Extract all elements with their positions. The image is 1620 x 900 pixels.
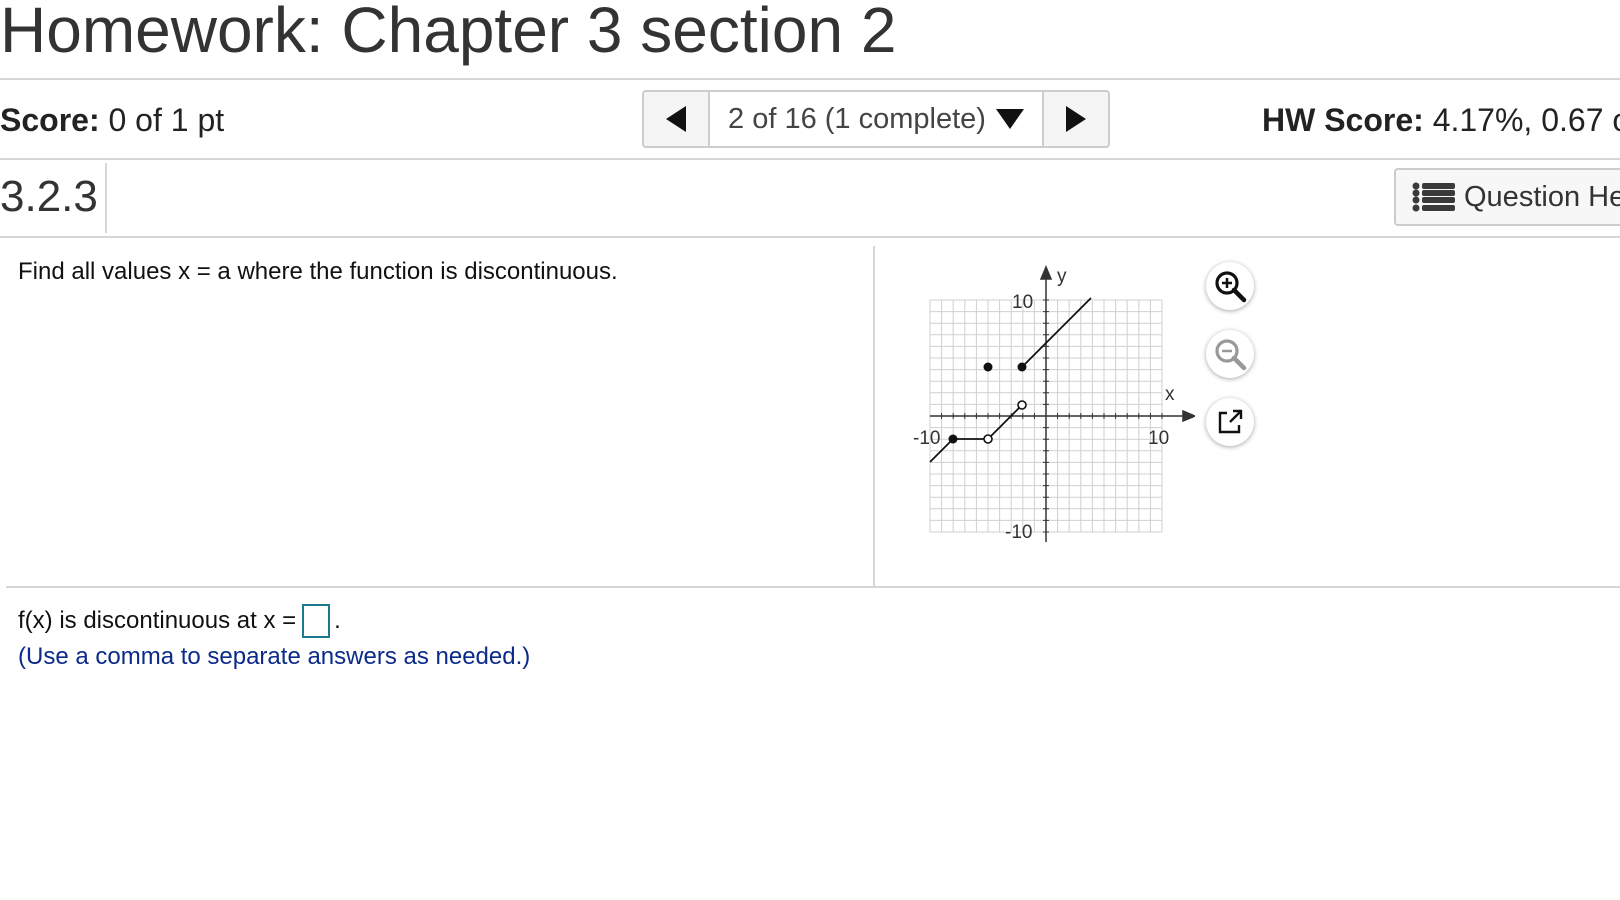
arrow-right-icon [1066,106,1086,132]
x-axis-label: x [1165,384,1175,405]
y-min-label: -10 [1005,522,1032,543]
zoom-out-icon [1215,339,1247,371]
caret-down-icon [995,109,1024,129]
page-title: Homework: Chapter 3 section 2 [0,0,897,66]
hw-score-value: 4.17%, 0.67 o [1432,102,1620,138]
zoom-in-button[interactable] [1206,262,1254,310]
external-link-icon [1218,409,1243,434]
answer-input[interactable] [302,604,331,638]
zoom-out-button[interactable] [1206,330,1254,378]
y-max-label: 10 [1012,292,1033,313]
header-divider [0,78,1620,80]
question-number-separator [105,163,107,233]
y-axis-label: y [1057,266,1067,287]
question-navigator: 2 of 16 (1 complete) [642,90,1110,148]
answer-divider [6,586,1620,588]
score-value: 0 of 1 pt [108,102,225,138]
question-prompt: Find all values x = a where the function… [18,258,618,285]
zoom-in-icon [1215,271,1247,303]
question-help-label: Question He [1464,180,1620,213]
score: Score: 0 of 1 pt [0,102,224,139]
x-max-label: 10 [1148,428,1169,449]
function-graph: y x -10 10 10 -10 [913,265,1195,543]
list-icon [1412,182,1455,212]
x-min-label: -10 [913,428,940,449]
question-header-divider [0,236,1620,238]
question-position: 2 of 16 (1 complete) [728,102,986,135]
question-number: 3.2.3 [0,172,98,221]
score-divider [0,158,1620,160]
hw-score: HW Score: 4.17%, 0.67 o [1262,102,1620,139]
hw-score-label: HW Score: [1262,102,1424,138]
answer-row: f(x) is discontinuous at x = . [18,604,341,638]
question-select-dropdown[interactable]: 2 of 16 (1 complete) [710,92,1042,146]
answer-suffix: . [334,607,341,634]
answer-prefix: f(x) is discontinuous at x = [18,607,297,634]
open-new-window-button[interactable] [1206,398,1254,446]
answer-hint: (Use a comma to separate answers as need… [18,643,531,670]
content-separator [873,246,875,586]
next-question-button[interactable] [1042,92,1108,146]
score-label: Score: [0,102,100,138]
arrow-left-icon [666,106,686,132]
question-help-button[interactable]: Question He [1394,168,1620,226]
previous-question-button[interactable] [644,92,710,146]
